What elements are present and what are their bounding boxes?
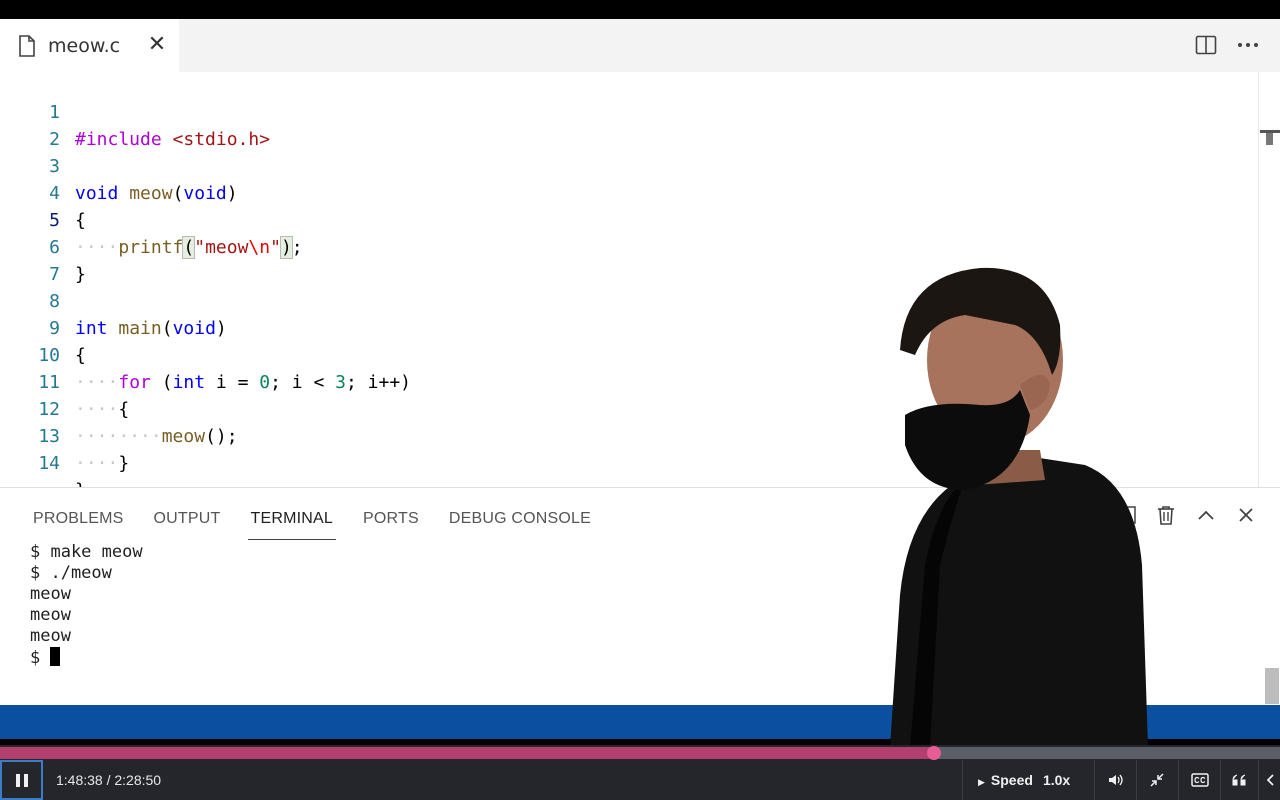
more-actions-icon[interactable] bbox=[1236, 33, 1260, 57]
tab-ports[interactable]: PORTS bbox=[363, 502, 419, 540]
code-token: } bbox=[118, 453, 130, 474]
pause-button[interactable] bbox=[0, 760, 43, 800]
divider bbox=[1178, 760, 1179, 800]
code-line: 6 } bbox=[0, 207, 1250, 285]
terminal-line: $ make meow bbox=[30, 542, 143, 562]
code-line: 3 void meow(void) bbox=[0, 126, 1250, 204]
minimize-icon bbox=[1150, 773, 1164, 787]
tab-meow-c[interactable]: meow.c ✕ bbox=[0, 19, 179, 72]
caret-right-icon: ▶ bbox=[978, 777, 985, 787]
code-token: } bbox=[75, 477, 86, 487]
whitespace-dots: ···· bbox=[75, 453, 119, 474]
split-editor-icon[interactable] bbox=[1194, 33, 1218, 57]
tab-output[interactable]: OUTPUT bbox=[154, 502, 221, 540]
presenter-figure bbox=[890, 267, 1148, 747]
chevron-up-icon[interactable] bbox=[1195, 504, 1217, 526]
video-player-controls: 1:48:38 / 2:28:50 ▶ Speed 1.0x bbox=[0, 745, 1280, 800]
divider bbox=[962, 760, 963, 800]
control-row: 1:48:38 / 2:28:50 ▶ Speed 1.0x bbox=[0, 760, 1280, 800]
cc-icon bbox=[1191, 773, 1209, 787]
divider bbox=[1094, 760, 1095, 800]
video-top-letterbox bbox=[0, 0, 1280, 19]
editor-tab-strip: meow.c ✕ bbox=[0, 19, 1280, 72]
tab-debug-console[interactable]: DEBUG CONSOLE bbox=[449, 502, 591, 540]
quote-icon bbox=[1232, 774, 1246, 786]
code-line: 7 bbox=[0, 234, 1250, 285]
terminal-line: meow bbox=[30, 626, 71, 646]
code-line: 1 #include <stdio.h> bbox=[0, 72, 1250, 150]
seek-bar[interactable] bbox=[0, 746, 1280, 760]
exit-fullscreen-button[interactable] bbox=[1137, 760, 1177, 800]
terminal-line: meow bbox=[30, 605, 71, 625]
overview-ruler-cursor bbox=[1266, 133, 1273, 145]
file-icon bbox=[18, 34, 38, 57]
volume-button[interactable] bbox=[1096, 760, 1136, 800]
code-line: 2 bbox=[0, 99, 1250, 150]
pause-icon bbox=[15, 773, 28, 787]
terminal-line: $ ./meow bbox=[30, 563, 112, 583]
code-line: 4 { bbox=[0, 153, 1250, 231]
time-display: 1:48:38 / 2:28:50 bbox=[56, 772, 162, 788]
tab-label: meow.c bbox=[48, 34, 121, 57]
panel-tabs: PROBLEMS OUTPUT TERMINAL PORTS DEBUG CON… bbox=[18, 502, 606, 540]
close-icon[interactable]: ✕ bbox=[147, 34, 167, 56]
tab-terminal[interactable]: TERMINAL bbox=[247, 502, 336, 540]
speed-value: 1.0x bbox=[1042, 772, 1071, 788]
seek-bar-fill bbox=[0, 747, 935, 759]
terminal-scrollbar[interactable] bbox=[1265, 668, 1279, 704]
volume-icon bbox=[1109, 774, 1123, 786]
captions-button[interactable] bbox=[1180, 760, 1220, 800]
more-controls-button[interactable] bbox=[1260, 760, 1280, 800]
terminal-prompt-line: $ bbox=[30, 647, 143, 669]
terminal-prompt: $ bbox=[30, 648, 51, 668]
speed-label: Speed bbox=[990, 772, 1033, 788]
editor-actions bbox=[1194, 33, 1260, 57]
terminal-output[interactable]: $ make meow $ ./meow meow meow meow $ bbox=[30, 542, 143, 669]
line-number: 14 bbox=[38, 453, 60, 474]
chevron-left-icon bbox=[1266, 774, 1274, 786]
transcript-button[interactable] bbox=[1220, 760, 1260, 800]
terminal-line: meow bbox=[30, 584, 71, 604]
close-panel-icon[interactable] bbox=[1235, 504, 1257, 526]
divider bbox=[1258, 760, 1259, 800]
code-line: 5 ····printf("meow\n"); bbox=[0, 180, 1250, 259]
terminal-cursor bbox=[50, 647, 61, 666]
tab-problems[interactable]: PROBLEMS bbox=[33, 502, 124, 540]
seek-bar-handle[interactable] bbox=[927, 746, 942, 760]
speed-button[interactable]: ▶ Speed 1.0x bbox=[978, 760, 1070, 800]
